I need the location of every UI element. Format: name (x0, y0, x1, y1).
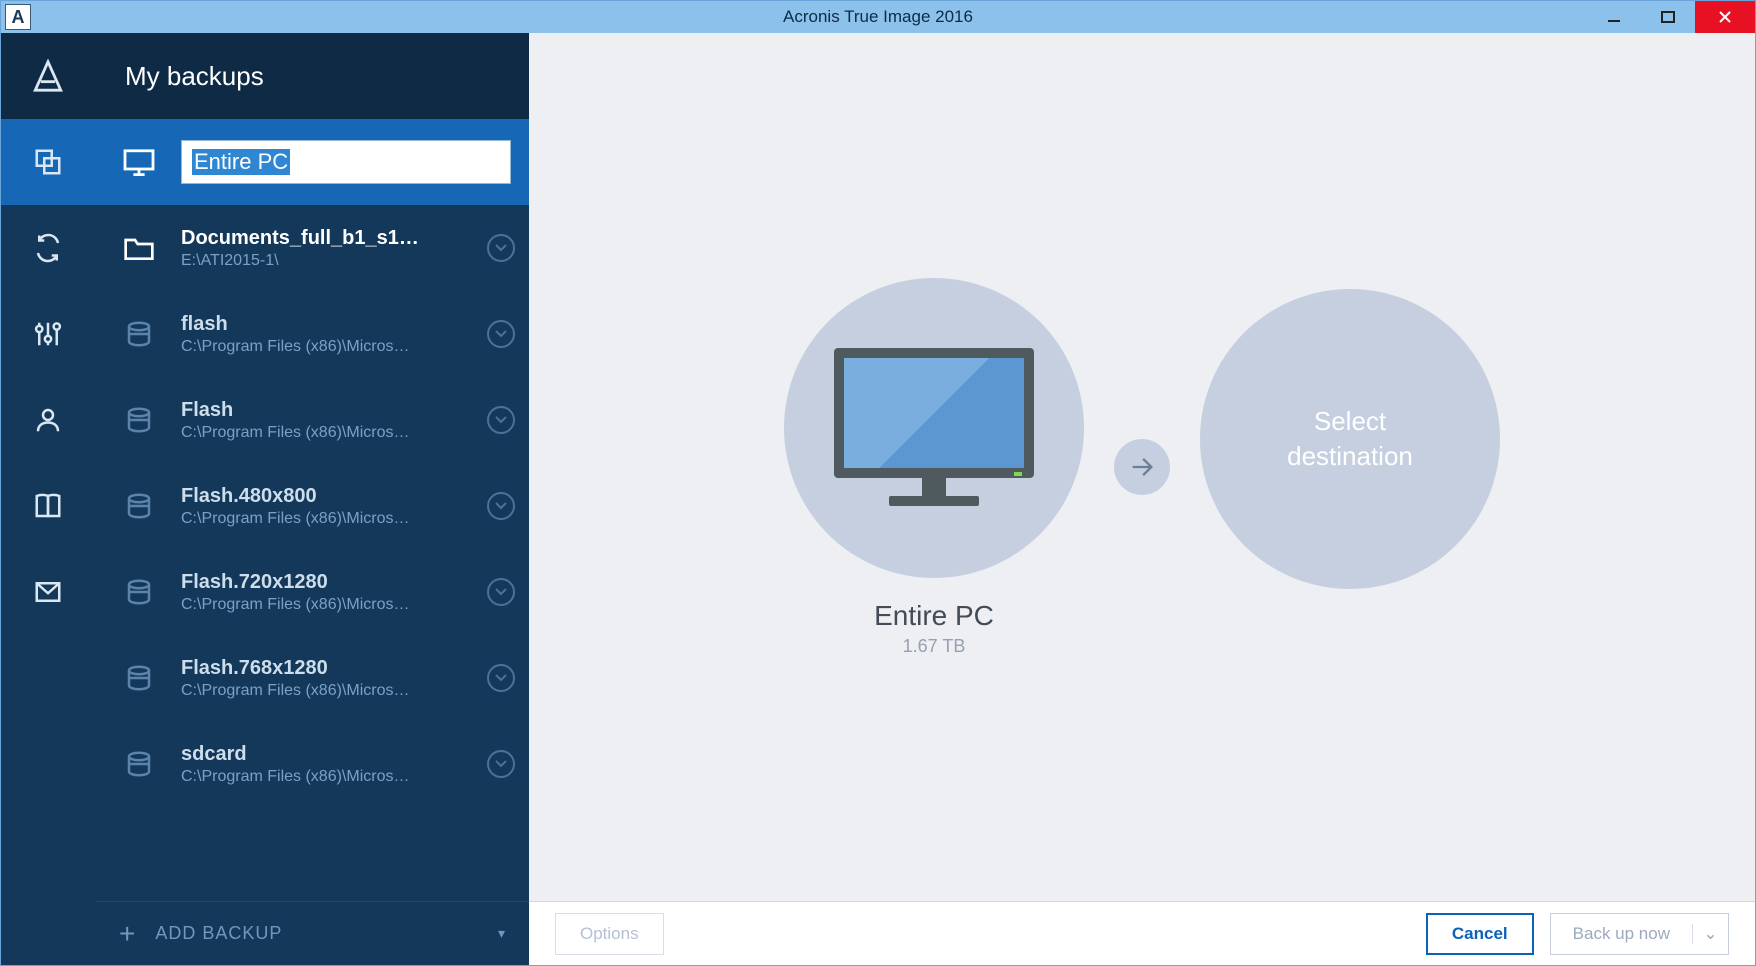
backup-item[interactable]: sdcard C:\Program Files (x86)\Micros… (95, 721, 529, 807)
disk-icon (119, 491, 159, 521)
window-controls (1587, 1, 1755, 33)
backup-now-button[interactable]: Back up now ⌄ (1550, 913, 1729, 955)
item-menu-button[interactable] (487, 578, 515, 606)
source-size: 1.67 TB (903, 636, 966, 657)
nav-tools[interactable] (1, 291, 95, 377)
window-title: Acronis True Image 2016 (783, 7, 973, 27)
backup-item[interactable]: flash C:\Program Files (x86)\Micros… (95, 291, 529, 377)
action-bar: Options Cancel Back up now ⌄ (529, 901, 1755, 965)
item-menu-button[interactable] (487, 492, 515, 520)
backup-name: sdcard (181, 743, 479, 766)
nav-backup[interactable] (1, 119, 95, 205)
plus-icon: + (119, 918, 135, 950)
item-menu-button[interactable] (487, 664, 515, 692)
backup-name-input[interactable]: Entire PC (181, 140, 511, 184)
sidebar: My backups Entire PC Documents_full_b1_s1… (95, 33, 529, 965)
nav-account[interactable] (1, 377, 95, 463)
disk-icon (119, 405, 159, 435)
maximize-button[interactable] (1641, 1, 1695, 33)
arrow-icon (1114, 439, 1170, 495)
monitor-icon (834, 348, 1034, 508)
backup-path: C:\Program Files (x86)\Micros… (181, 596, 479, 614)
main-panel: Entire PC 1.67 TB Select destination Opt… (529, 33, 1755, 965)
minimize-button[interactable] (1587, 1, 1641, 33)
chevron-down-icon[interactable]: ⌄ (1692, 924, 1728, 944)
backup-now-label: Back up now (1551, 924, 1692, 944)
source-block: Entire PC 1.67 TB (784, 278, 1084, 657)
backup-path: C:\Program Files (x86)\Micros… (181, 424, 479, 442)
nav-rail (1, 33, 95, 965)
item-menu-button[interactable] (487, 750, 515, 778)
nav-feedback[interactable] (1, 549, 95, 635)
add-backup-button[interactable]: + ADD BACKUP ▾ (95, 901, 529, 965)
backup-name: Flash.720x1280 (181, 571, 479, 594)
item-menu-button[interactable] (487, 406, 515, 434)
add-backup-label: ADD BACKUP (155, 923, 498, 944)
sidebar-heading: My backups (95, 33, 529, 119)
nav-logo[interactable] (1, 33, 95, 119)
backup-item[interactable]: Flash.720x1280 C:\Program Files (x86)\Mic… (95, 549, 529, 635)
chevron-down-icon: ▾ (498, 925, 505, 942)
backup-name: Documents_full_b1_s1… (181, 227, 479, 250)
backup-item[interactable]: Entire PC (95, 119, 529, 205)
source-title: Entire PC (874, 600, 994, 632)
backup-path: C:\Program Files (x86)\Micros… (181, 682, 479, 700)
backup-item[interactable]: Flash C:\Program Files (x86)\Micros… (95, 377, 529, 463)
disk-icon (119, 577, 159, 607)
backup-name: Flash (181, 399, 479, 422)
nav-help[interactable] (1, 463, 95, 549)
item-menu-button[interactable] (487, 234, 515, 262)
backup-item[interactable]: Flash.480x800 C:\Program Files (x86)\Micr… (95, 463, 529, 549)
folder-icon (119, 234, 159, 262)
disk-icon (119, 663, 159, 693)
titlebar: A Acronis True Image 2016 (1, 1, 1755, 33)
backup-path: E:\ATI2015-1\ (181, 252, 479, 270)
backup-item[interactable]: Documents_full_b1_s1… E:\ATI2015-1\ (95, 205, 529, 291)
backup-name: flash (181, 313, 479, 336)
backup-name: Flash.768x1280 (181, 657, 479, 680)
source-selector[interactable] (784, 278, 1084, 578)
backup-stage: Entire PC 1.67 TB Select destination (529, 33, 1755, 901)
cancel-button[interactable]: Cancel (1426, 913, 1534, 955)
app-window: A Acronis True Image 2016 (0, 0, 1756, 966)
disk-icon (119, 319, 159, 349)
backup-item[interactable]: Flash.768x1280 C:\Program Files (x86)\Mic… (95, 635, 529, 721)
backup-path: C:\Program Files (x86)\Micros… (181, 768, 479, 786)
backup-path: C:\Program Files (x86)\Micros… (181, 338, 479, 356)
backup-path: C:\Program Files (x86)\Micros… (181, 510, 479, 528)
destination-selector[interactable]: Select destination (1200, 289, 1500, 589)
app-icon: A (5, 4, 31, 30)
disk-icon (119, 749, 159, 779)
dest-line1: Select (1287, 404, 1413, 439)
item-menu-button[interactable] (487, 320, 515, 348)
dest-line2: destination (1287, 439, 1413, 474)
nav-sync[interactable] (1, 205, 95, 291)
backup-name: Flash.480x800 (181, 485, 479, 508)
close-button[interactable] (1695, 1, 1755, 33)
pc-icon (119, 148, 159, 176)
options-button[interactable]: Options (555, 913, 664, 955)
backup-list: Entire PC Documents_full_b1_s1… E:\ATI2015… (95, 119, 529, 901)
